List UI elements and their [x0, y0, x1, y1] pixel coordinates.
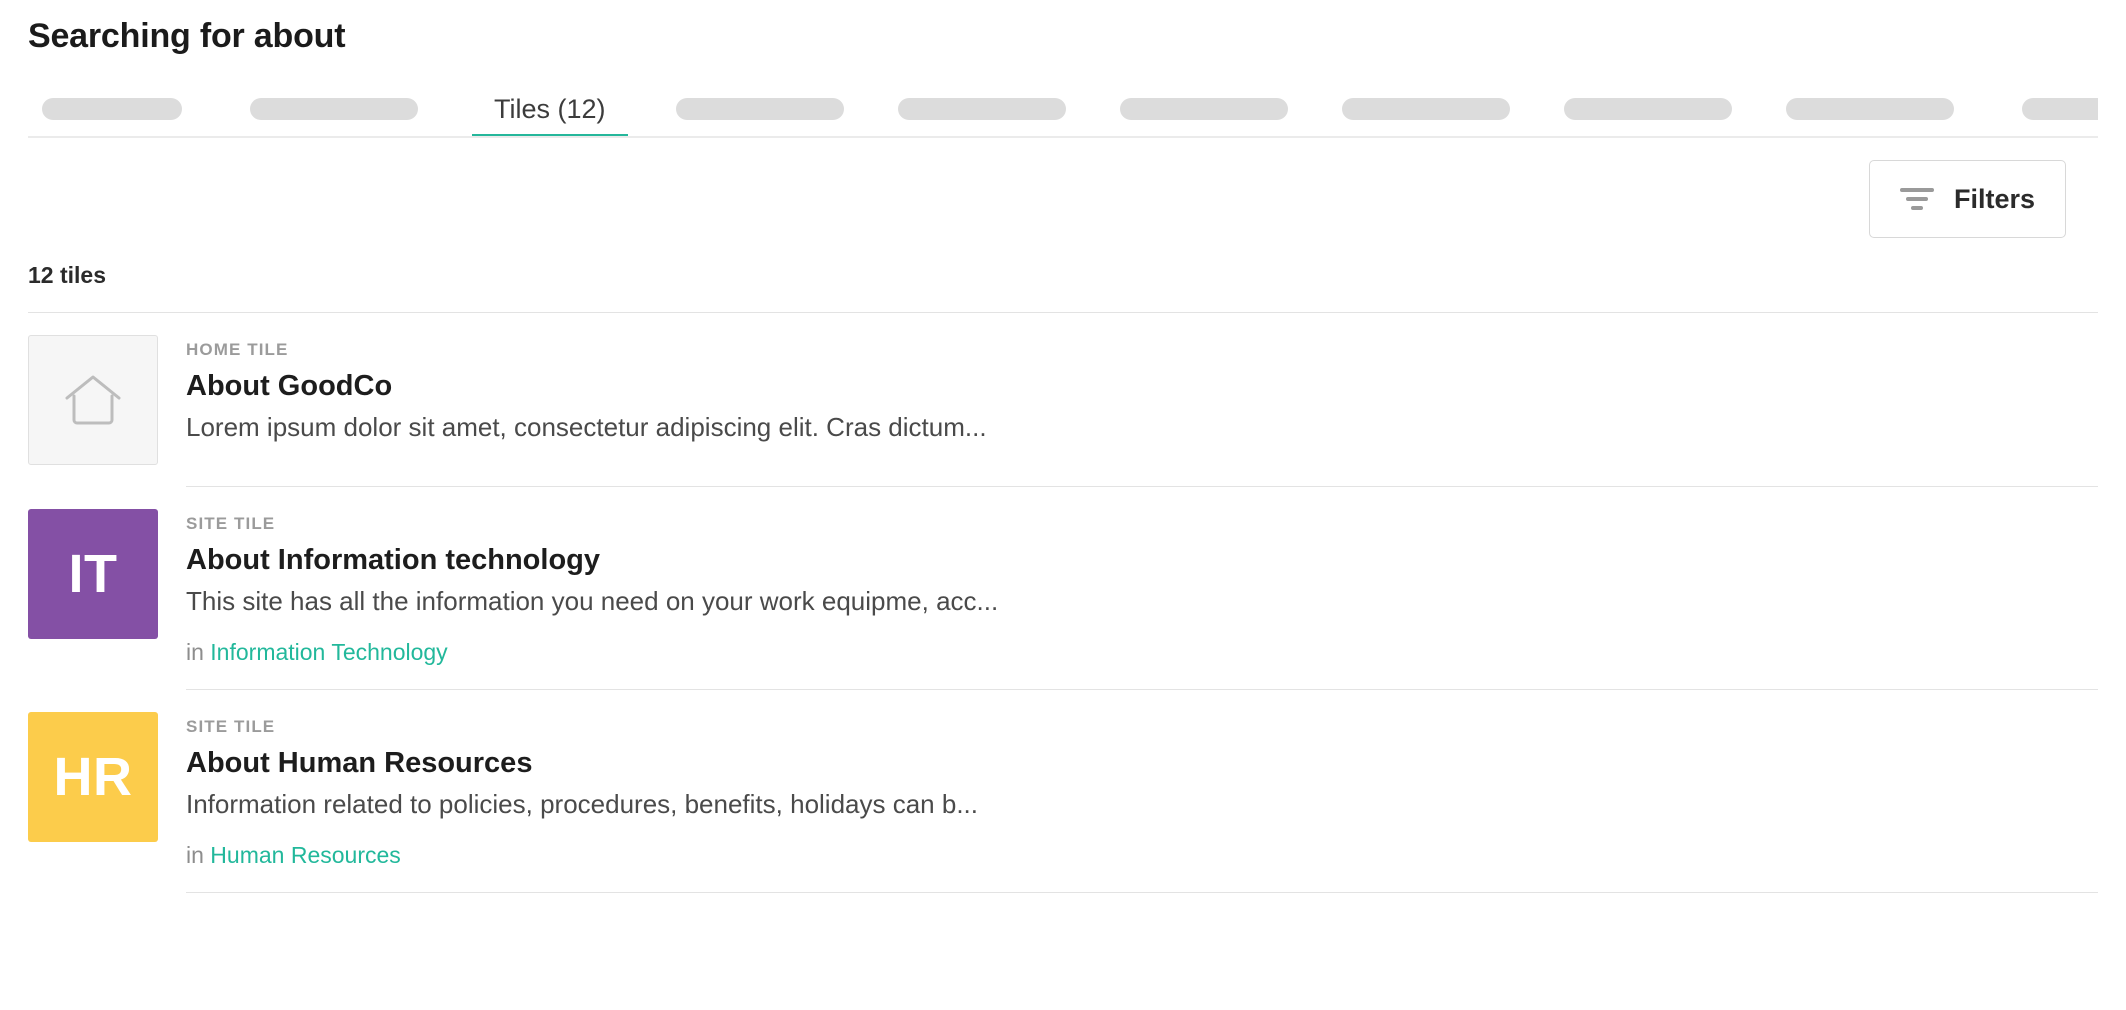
tab-placeholder[interactable] — [250, 82, 418, 136]
result-title[interactable]: About Information technology — [186, 539, 2098, 581]
skeleton-bar — [675, 98, 844, 120]
tab-placeholder[interactable] — [1563, 82, 1732, 136]
skeleton-bar — [897, 98, 1066, 120]
skeleton-bar — [250, 98, 418, 120]
filters-row: Filters — [28, 138, 2098, 260]
filters-button-label: Filters — [1953, 184, 2035, 214]
result-row[interactable]: IT SITE TILE About Information technology T… — [28, 487, 2098, 690]
filters-button[interactable]: Filters — [1868, 160, 2066, 238]
tab-placeholder[interactable] — [1341, 82, 1510, 136]
result-row[interactable]: HR SITE TILE About Human Resources Informat… — [28, 690, 2098, 893]
filter-icon — [1899, 188, 1934, 210]
result-thumbnail: HR — [28, 712, 158, 842]
result-context-prefix: in — [186, 842, 204, 868]
skeleton-bar — [42, 98, 182, 120]
tab-tiles[interactable]: Tiles (12) — [472, 82, 628, 136]
result-kicker: HOME TILE — [186, 340, 289, 359]
result-count: 12 tiles — [28, 262, 106, 288]
result-thumbnail: IT — [28, 509, 158, 639]
result-context: in Human Resources — [186, 840, 2098, 870]
tab-bar: Tiles (12) — [28, 82, 2098, 138]
tab-placeholder[interactable] — [2008, 82, 2098, 136]
result-context-link[interactable]: Information Technology — [210, 639, 447, 665]
result-context-link[interactable]: Human Resources — [210, 842, 400, 868]
result-title[interactable]: About GoodCo — [186, 365, 2098, 407]
result-body: SITE TILE About Information technology Thi… — [186, 509, 2098, 690]
result-context-prefix: in — [186, 639, 204, 665]
thumbnail-initials: IT — [68, 544, 118, 604]
tab-placeholder[interactable] — [897, 82, 1066, 136]
result-thumbnail — [28, 335, 158, 465]
result-kicker: SITE TILE — [186, 514, 276, 533]
results-list: HOME TILE About GoodCo Lorem ipsum dolor s… — [28, 313, 2098, 893]
search-results-page: Searching for about Tiles (12) Filters 1… — [0, 0, 2126, 1010]
home-icon — [64, 374, 122, 426]
skeleton-bar — [1119, 98, 1288, 120]
result-body: SITE TILE About Human Resources Informatio… — [186, 712, 2098, 893]
page-title: Searching for about — [28, 17, 346, 55]
result-kicker: SITE TILE — [186, 717, 276, 736]
tab-placeholder[interactable] — [1785, 82, 1954, 136]
result-title[interactable]: About Human Resources — [186, 742, 2098, 784]
skeleton-bar — [1785, 98, 1954, 120]
tab-placeholder[interactable] — [675, 82, 844, 136]
thumbnail-initials: HR — [53, 747, 133, 807]
tab-label: Tiles (12) — [494, 94, 606, 124]
skeleton-bar — [2021, 98, 2098, 120]
skeleton-bar — [1563, 98, 1732, 120]
result-row[interactable]: HOME TILE About GoodCo Lorem ipsum dolor s… — [28, 313, 2098, 487]
tab-placeholder[interactable] — [28, 82, 196, 136]
result-body: HOME TILE About GoodCo Lorem ipsum dolor s… — [186, 335, 2098, 487]
result-description: This site has all the information you ne… — [186, 586, 999, 616]
tab-placeholder[interactable] — [1119, 82, 1288, 136]
skeleton-bar — [1341, 98, 1510, 120]
result-description: Information related to policies, procedu… — [186, 789, 978, 819]
result-context: in Information Technology — [186, 637, 2098, 667]
result-description: Lorem ipsum dolor sit amet, consectetur … — [186, 412, 987, 442]
active-tab-underline — [472, 134, 628, 136]
